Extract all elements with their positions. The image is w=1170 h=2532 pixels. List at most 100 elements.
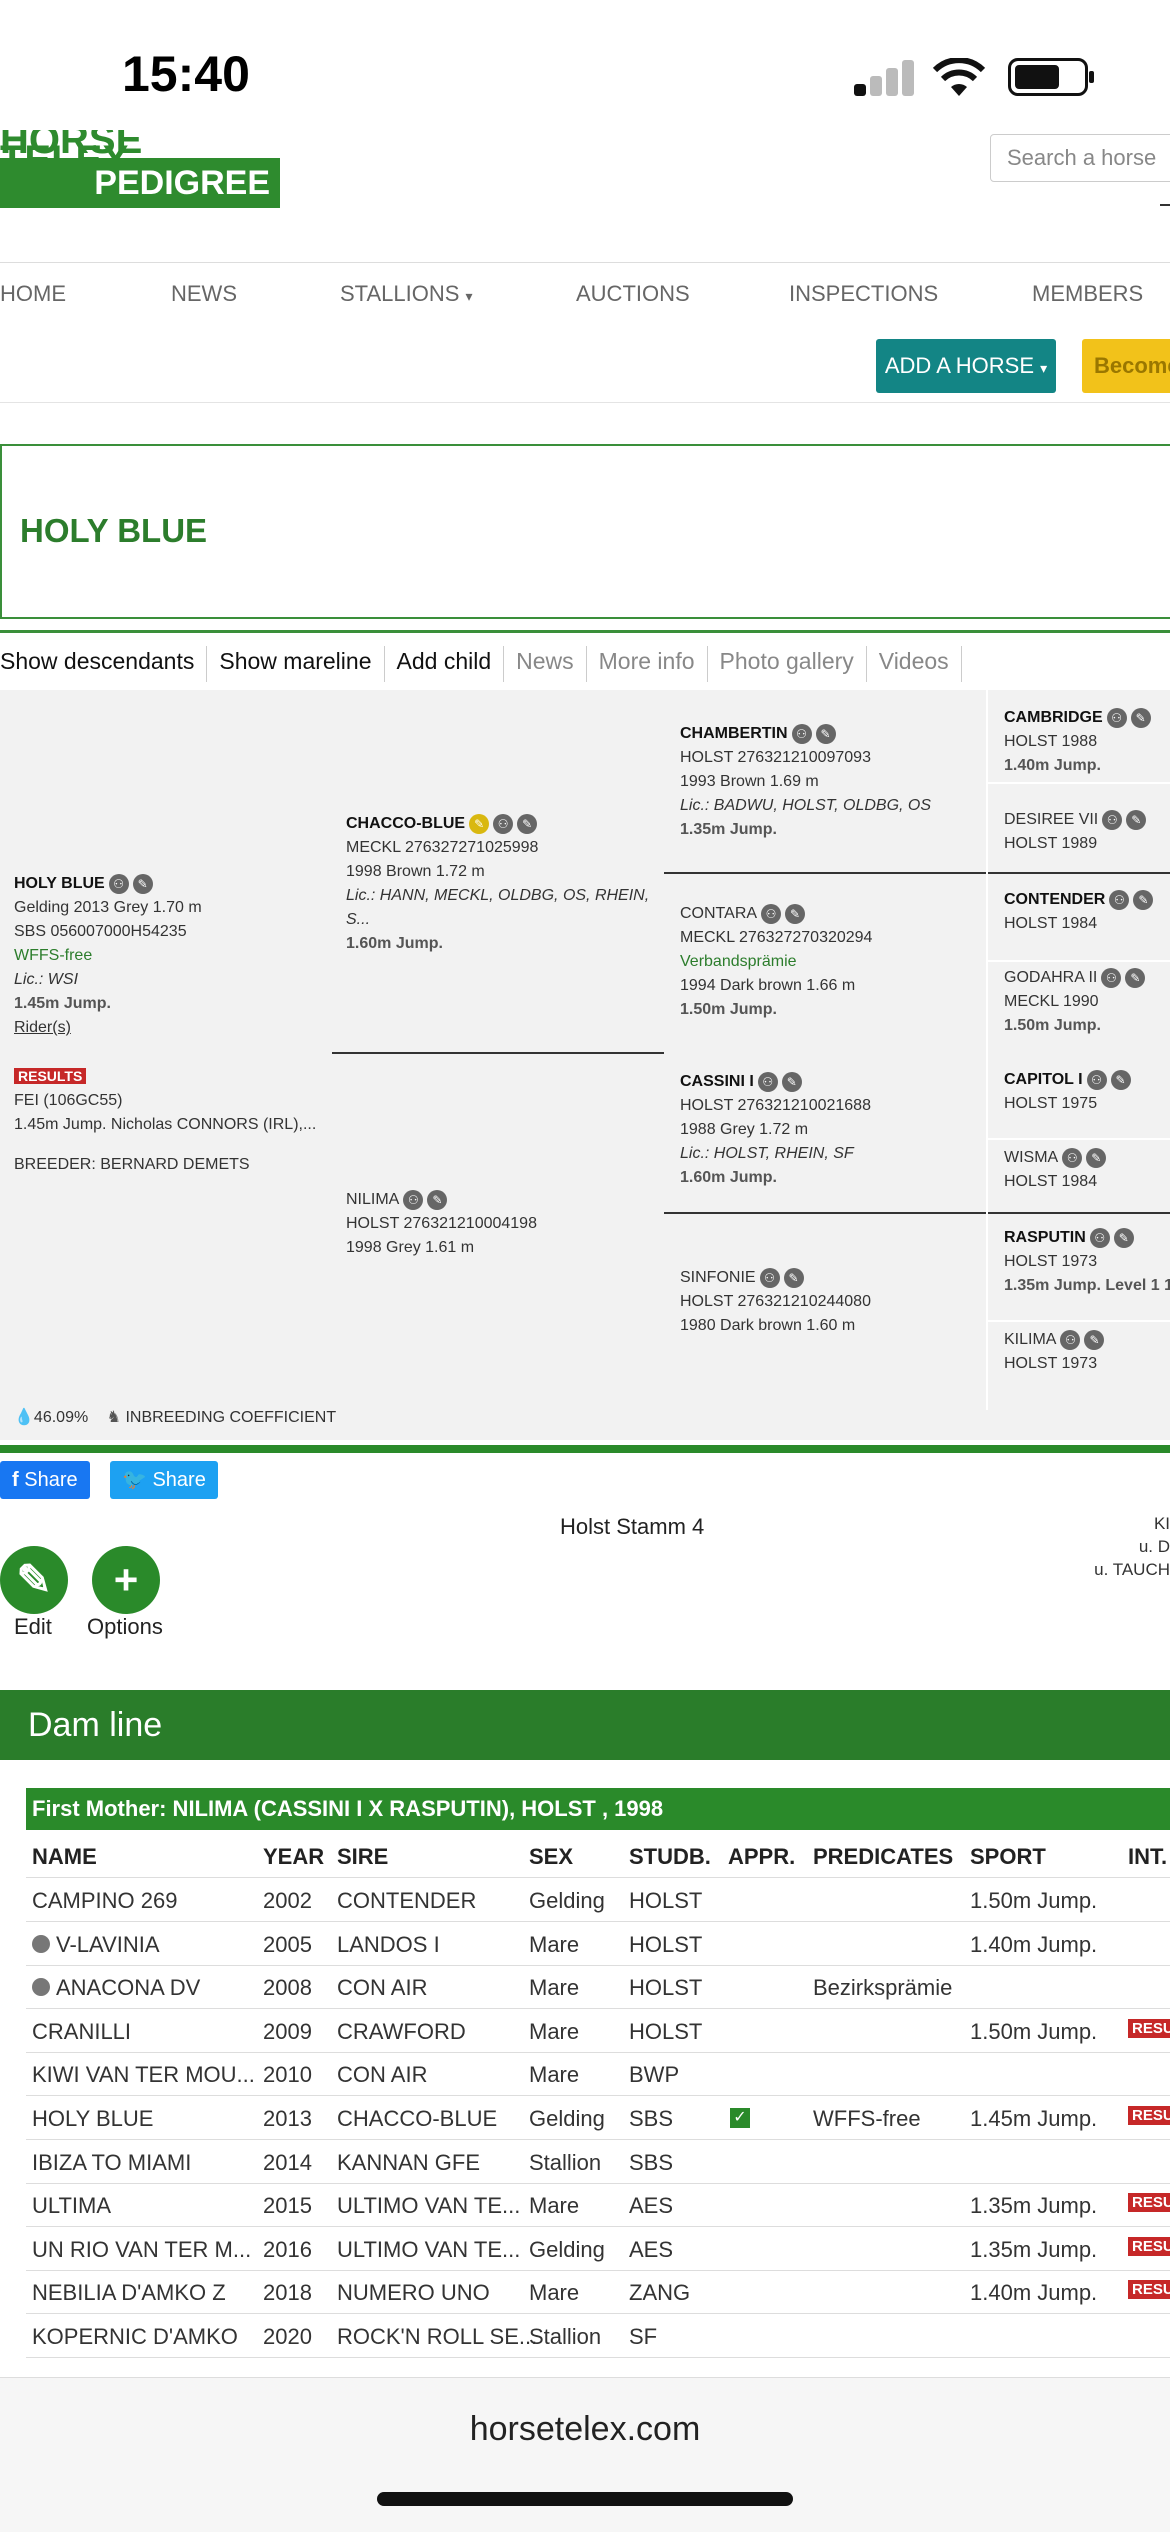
descendants-icon[interactable]: ⚇ bbox=[1086, 1069, 1107, 1090]
table-row[interactable]: UN RIO VAN TER M... 2016 ULTIMO VAN TE... G… bbox=[26, 2227, 1170, 2271]
descendants-icon[interactable]: ⚇ bbox=[493, 813, 514, 834]
results-badge[interactable]: RESU bbox=[1128, 2280, 1170, 2300]
descendants-icon[interactable]: ⚇ bbox=[1101, 967, 1122, 988]
table-row[interactable]: ANACONA DV 2008 CON AIR Mare HOLST Bezirksprä… bbox=[26, 1965, 1170, 2010]
cell-name[interactable]: NEBILIA D'AMKO Z bbox=[32, 2280, 226, 2306]
dam-name[interactable]: NILIMA bbox=[346, 1191, 399, 1208]
cell-sire[interactable]: CRAWFORD bbox=[337, 2019, 466, 2045]
g4-name[interactable]: RASPUTIN bbox=[1004, 1229, 1086, 1246]
table-row[interactable]: IBIZA TO MIAMI 2014 KANNAN GFE Stallion SBS bbox=[26, 2140, 1170, 2184]
cell-name[interactable]: KOPERNIC D'AMKO bbox=[32, 2324, 238, 2350]
table-row[interactable]: V-LAVINIA 2005 LANDOS I Mare HOLST 1.40m Jump… bbox=[26, 1922, 1170, 1966]
descendants-icon[interactable]: ⚇ bbox=[1102, 809, 1123, 830]
edit-icon[interactable]: ✎ bbox=[781, 1071, 802, 1092]
cell-sire[interactable]: ULTIMO VAN TE... bbox=[337, 2237, 520, 2263]
cell-sire[interactable]: KANNAN GFE bbox=[337, 2150, 480, 2176]
search-input[interactable]: Search a horse bbox=[990, 134, 1170, 182]
tab-show-descendants[interactable]: Show descendants bbox=[0, 646, 208, 682]
ds-name[interactable]: CASSINI I bbox=[680, 1073, 754, 1090]
edit-icon[interactable]: ✎ bbox=[517, 813, 538, 834]
site-logo[interactable]: HORSE TELEX PEDIGREE bbox=[0, 130, 280, 210]
nav-members[interactable]: MEMBERS bbox=[1032, 281, 1143, 307]
edit-icon[interactable]: ✎ bbox=[1086, 1147, 1107, 1168]
url-bar[interactable]: horsetelex.com bbox=[0, 2410, 1170, 2449]
cell-name[interactable]: KIWI VAN TER MOU... bbox=[32, 2062, 255, 2088]
table-row[interactable]: CRANILLI 2009 CRAWFORD Mare HOLST 1.50m Jump.… bbox=[26, 2009, 1170, 2053]
g4-name[interactable]: WISMA bbox=[1004, 1149, 1058, 1166]
edit-icon[interactable]: ✎ bbox=[1130, 707, 1151, 728]
descendants-icon[interactable]: ⚇ bbox=[757, 1071, 778, 1092]
options-button[interactable]: + bbox=[92, 1546, 160, 1614]
edit-icon[interactable]: ✎ bbox=[1126, 809, 1147, 830]
nav-news[interactable]: NEWS bbox=[171, 281, 237, 307]
g4-name[interactable]: DESIREE VII bbox=[1004, 811, 1098, 828]
cell-sire[interactable]: NUMERO UNO bbox=[337, 2280, 490, 2306]
sd-name[interactable]: CONTARA bbox=[680, 905, 757, 922]
results-badge[interactable]: RESU bbox=[1128, 2236, 1170, 2256]
results-badge[interactable]: RESU bbox=[1128, 2018, 1170, 2038]
results-badge[interactable]: RESU bbox=[1128, 2193, 1170, 2213]
table-row[interactable]: KOPERNIC D'AMKO 2020 ROCK'N ROLL SE... Stal… bbox=[26, 2314, 1170, 2358]
tab-more-info[interactable]: More info bbox=[587, 646, 708, 682]
descendants-icon[interactable]: ⚇ bbox=[108, 873, 129, 894]
add-horse-button[interactable]: ADD A HORSE ▾ bbox=[876, 339, 1056, 393]
twitter-share-button[interactable]: 🐦 Share bbox=[110, 1461, 218, 1499]
cell-name[interactable]: ULTIMA bbox=[32, 2193, 111, 2219]
descendants-icon[interactable]: ⚇ bbox=[1106, 707, 1127, 728]
descendants-icon[interactable]: ⚇ bbox=[761, 903, 782, 924]
tab-add-child[interactable]: Add child bbox=[385, 646, 505, 682]
tab-photo-gallery[interactable]: Photo gallery bbox=[708, 646, 867, 682]
edit-icon[interactable]: ✎ bbox=[1113, 1227, 1134, 1248]
cell-sire[interactable]: ULTIMO VAN TE... bbox=[337, 2193, 520, 2219]
results-badge[interactable]: RESU bbox=[1128, 2106, 1170, 2125]
tab-videos[interactable]: Videos bbox=[867, 646, 962, 682]
become-member-button[interactable]: Become bbox=[1082, 339, 1170, 393]
g4-name[interactable]: CAPITOL I bbox=[1004, 1071, 1083, 1088]
cell-name[interactable]: UN RIO VAN TER M... bbox=[32, 2237, 251, 2263]
cell-sire[interactable]: CONTENDER bbox=[337, 1888, 476, 1914]
edit-icon[interactable]: ✎ bbox=[1125, 967, 1146, 988]
cell-name[interactable]: ANACONA DV bbox=[56, 1975, 200, 2001]
g4-name[interactable]: CAMBRIDGE bbox=[1004, 709, 1103, 726]
nav-inspections[interactable]: INSPECTIONS bbox=[789, 281, 938, 307]
table-row[interactable]: KIWI VAN TER MOU... 2010 CON AIR Mare BWP bbox=[26, 2052, 1170, 2097]
facebook-share-button[interactable]: f Share bbox=[0, 1461, 90, 1499]
edit-button[interactable]: ✎ bbox=[0, 1546, 68, 1614]
descendants-icon[interactable]: ⚇ bbox=[1109, 889, 1130, 910]
edit-icon[interactable]: ✎ bbox=[1110, 1069, 1131, 1090]
descendants-icon[interactable] bbox=[32, 1978, 50, 1997]
sire-name[interactable]: CHACCO-BLUE bbox=[346, 815, 465, 832]
cell-sire[interactable]: ROCK'N ROLL SE... bbox=[337, 2324, 537, 2350]
descendants-icon[interactable]: ⚇ bbox=[759, 1267, 780, 1288]
dd-name[interactable]: SINFONIE bbox=[680, 1269, 756, 1286]
ss-name[interactable]: CHAMBERTIN bbox=[680, 725, 788, 742]
edit-icon[interactable]: ✎ bbox=[427, 1189, 448, 1210]
link-fragment[interactable] bbox=[1160, 186, 1170, 206]
cell-name[interactable]: IBIZA TO MIAMI bbox=[32, 2150, 191, 2176]
g4-name[interactable]: KILIMA bbox=[1004, 1331, 1056, 1348]
edit-icon[interactable]: ✎ bbox=[815, 723, 836, 744]
edit-icon[interactable]: ✎ bbox=[132, 873, 153, 894]
edit-icon[interactable]: ✎ bbox=[1084, 1329, 1105, 1350]
cell-sire[interactable]: CHACCO-BLUE bbox=[337, 2106, 497, 2132]
table-row[interactable]: HOLY BLUE 2013 CHACCO-BLUE Gelding SBS WFFS-f… bbox=[26, 2096, 1170, 2140]
g4-name[interactable]: CONTENDER bbox=[1004, 891, 1105, 908]
descendants-icon[interactable]: ⚇ bbox=[1089, 1227, 1110, 1248]
cell-sire[interactable]: CON AIR bbox=[337, 1975, 427, 2001]
table-row[interactable]: ULTIMA 2015 ULTIMO VAN TE... Mare AES 1.35m J… bbox=[26, 2183, 1170, 2228]
nav-home[interactable]: HOME bbox=[0, 281, 66, 307]
table-row[interactable]: NEBILIA D'AMKO Z 2018 NUMERO UNO Mare ZANG 1.… bbox=[26, 2270, 1170, 2315]
cell-sire[interactable]: CON AIR bbox=[337, 2062, 427, 2088]
descendants-icon[interactable]: ⚇ bbox=[1062, 1147, 1083, 1168]
descendants-icon[interactable]: ⚇ bbox=[403, 1189, 424, 1210]
results-badge[interactable]: RESULTS bbox=[14, 1068, 87, 1084]
edit-icon[interactable]: ✎ bbox=[785, 903, 806, 924]
riders-link[interactable]: Rider(s) bbox=[14, 1016, 324, 1040]
table-row[interactable]: CAMPINO 269 2002 CONTENDER Gelding HOLST 1.50… bbox=[26, 1878, 1170, 1922]
cell-name[interactable]: CRANILLI bbox=[32, 2019, 131, 2045]
cell-name[interactable]: HOLY BLUE bbox=[32, 2106, 153, 2132]
descendants-icon[interactable]: ⚇ bbox=[1060, 1329, 1081, 1350]
tab-news[interactable]: News bbox=[504, 646, 587, 682]
cell-name[interactable]: CAMPINO 269 bbox=[32, 1888, 178, 1914]
nav-auctions[interactable]: AUCTIONS bbox=[576, 281, 690, 307]
